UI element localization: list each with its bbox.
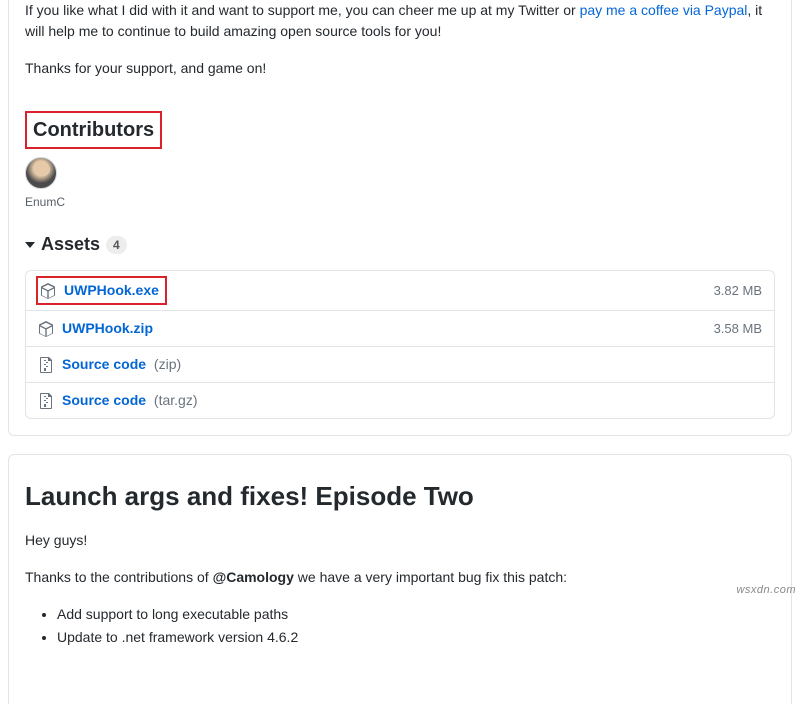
- asset-link[interactable]: UWPHook.zip: [62, 318, 153, 339]
- asset-highlight: UWPHook.exe: [36, 276, 167, 305]
- asset-link[interactable]: UWPHook.exe: [64, 280, 159, 301]
- asset-row[interactable]: UWPHook.exe 3.82 MB: [26, 271, 774, 310]
- asset-row[interactable]: Source code (zip): [26, 346, 774, 382]
- watermark: wsxdn.com: [736, 582, 796, 599]
- assets-toggle[interactable]: Assets 4: [25, 231, 775, 258]
- thanks-suffix: we have a very important bug fix this pa…: [294, 569, 567, 585]
- release-title: Launch args and fixes! Episode Two: [25, 477, 775, 516]
- avatar: [25, 157, 57, 189]
- package-icon: [38, 321, 54, 337]
- changelog-list: Add support to long executable paths Upd…: [25, 604, 775, 648]
- contributors-heading: Contributors: [33, 115, 154, 145]
- zip-icon: [38, 357, 54, 373]
- contributor-name: EnumC: [25, 193, 65, 211]
- chevron-down-icon: [25, 242, 35, 248]
- release-card-1: If you like what I did with it and want …: [8, 0, 792, 436]
- paypal-link[interactable]: pay me a coffee via Paypal: [580, 2, 748, 18]
- release-thanks-line: Thanks to the contributions of @Camology…: [25, 567, 775, 588]
- contributor[interactable]: EnumC: [25, 157, 65, 211]
- asset-size: 3.58 MB: [714, 319, 762, 339]
- asset-suffix: (zip): [154, 356, 181, 372]
- asset-suffix: (tar.gz): [154, 392, 198, 408]
- release-card-2: Launch args and fixes! Episode Two Hey g…: [8, 454, 792, 704]
- changelog-item: Add support to long executable paths: [57, 604, 775, 625]
- intro-thanks: Thanks for your support, and game on!: [25, 58, 775, 79]
- asset-link[interactable]: Source code: [62, 392, 146, 408]
- assets-list: UWPHook.exe 3.82 MB UWPHook.zip 3.58 MB …: [25, 270, 775, 419]
- changelog-item: Update to .net framework version 4.6.2: [57, 627, 775, 648]
- assets-count-badge: 4: [106, 236, 127, 254]
- thanks-prefix: Thanks to the contributions of: [25, 569, 213, 585]
- assets-title: Assets: [41, 231, 100, 258]
- asset-row[interactable]: Source code (tar.gz): [26, 382, 774, 418]
- mention[interactable]: @Camology: [213, 569, 294, 585]
- intro-line-1-prefix: If you like what I did with it and want …: [25, 2, 580, 18]
- asset-row[interactable]: UWPHook.zip 3.58 MB: [26, 310, 774, 346]
- asset-link[interactable]: Source code: [62, 356, 146, 372]
- zip-icon: [38, 393, 54, 409]
- contributors-heading-highlight: Contributors: [25, 111, 162, 149]
- release-greeting: Hey guys!: [25, 530, 775, 551]
- intro-text: If you like what I did with it and want …: [25, 0, 775, 79]
- asset-size: 3.82 MB: [714, 281, 762, 301]
- package-icon: [40, 283, 56, 299]
